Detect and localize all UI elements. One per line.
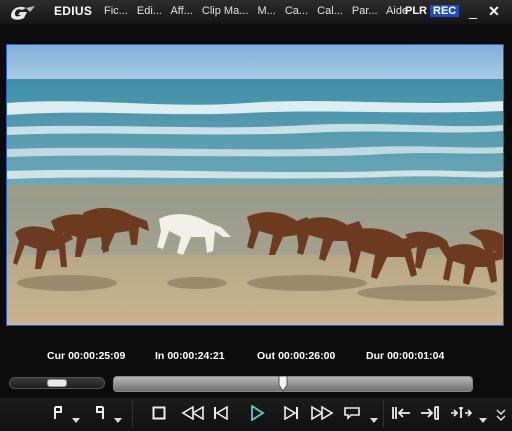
menu-item-file[interactable]: Fic...: [104, 5, 128, 17]
step-forward-button[interactable]: [279, 402, 301, 424]
fast-forward-icon: [311, 406, 334, 420]
set-in-out-dropdown-icon[interactable]: [479, 416, 487, 424]
timecode-in-label: In: [155, 350, 165, 362]
app-name: EDIUS: [54, 4, 93, 18]
preview-frame-image: [7, 45, 503, 325]
transport-toolbar: [0, 398, 512, 431]
timecode-in-value: 00:00:24:21: [167, 350, 225, 362]
player-window: EDIUS Fic... Edi... Aff... Clip Ma... M.…: [0, 0, 512, 431]
menu-item-clip-marker[interactable]: Clip Ma...: [202, 5, 248, 17]
timecode-duration-label: Dur: [366, 350, 385, 362]
menu-item-mode[interactable]: M...: [257, 5, 275, 17]
loop-button[interactable]: [341, 402, 363, 424]
mark-out-icon: [96, 406, 104, 419]
mark-out-dropdown-icon[interactable]: [114, 416, 122, 424]
scrubber-handle[interactable]: [278, 376, 288, 392]
video-preview: [6, 44, 504, 326]
mark-out-button[interactable]: [89, 402, 111, 424]
timecode-current-value: 00:00:25:09: [68, 350, 126, 362]
step-forward-icon: [284, 406, 298, 420]
overwrite-to-timeline-icon: [421, 406, 439, 420]
timecode-duration-value: 00:00:01:04: [387, 350, 445, 362]
title-bar[interactable]: EDIUS Fic... Edi... Aff... Clip Ma... M.…: [0, 0, 512, 24]
stop-icon: [152, 406, 166, 420]
rewind-button[interactable]: [179, 402, 207, 424]
timecode-duration: Dur 00:00:01:04: [366, 350, 444, 362]
toolbar-divider: [383, 400, 384, 428]
close-button[interactable]: ✕: [486, 3, 502, 19]
timecode-in: In 00:00:24:21: [155, 350, 225, 362]
stop-button[interactable]: [148, 402, 170, 424]
play-button[interactable]: [246, 402, 268, 424]
shuttle-knob[interactable]: [47, 379, 67, 387]
play-icon: [251, 405, 265, 421]
insert-to-timeline-button[interactable]: [389, 402, 413, 424]
timecode-out: Out 00:00:26:00: [257, 350, 335, 362]
timecode-bar: Cur 00:00:25:09 In 00:00:24:21 Out 00:00:26…: [0, 350, 512, 364]
fast-forward-button[interactable]: [308, 402, 336, 424]
overwrite-to-timeline-button[interactable]: [418, 402, 442, 424]
menu-item-settings[interactable]: Par...: [352, 5, 378, 17]
mark-in-button[interactable]: [47, 402, 69, 424]
menu-item-view[interactable]: Aff...: [170, 5, 192, 17]
menu-item-render[interactable]: Cal...: [317, 5, 343, 17]
step-back-icon: [214, 406, 228, 420]
shuttle-slider[interactable]: [9, 377, 105, 389]
menu-item-capture[interactable]: Ca...: [285, 5, 308, 17]
timecode-current-label: Cur: [47, 350, 66, 362]
menu-item-edit[interactable]: Edi...: [137, 5, 162, 17]
edius-logo-icon: [11, 6, 35, 20]
menu-bar: Fic... Edi... Aff... Clip Ma... M... Ca.…: [104, 5, 414, 17]
set-in-out-button[interactable]: [448, 402, 474, 424]
step-back-button[interactable]: [211, 402, 233, 424]
more-options-icon[interactable]: [496, 408, 506, 422]
position-scrubber[interactable]: [113, 376, 473, 392]
loop-dropdown-icon[interactable]: [370, 416, 378, 424]
set-in-out-icon: [451, 407, 473, 418]
timecode-out-value: 00:00:26:00: [278, 350, 336, 362]
mark-in-icon: [54, 406, 62, 419]
rewind-icon: [181, 406, 204, 420]
minimize-button[interactable]: _: [465, 3, 481, 19]
player-mode-button[interactable]: PLR: [405, 5, 427, 17]
loop-icon: [344, 407, 360, 420]
timecode-current: Cur 00:00:25:09: [47, 350, 125, 362]
mark-in-dropdown-icon[interactable]: [72, 416, 80, 424]
insert-to-timeline-icon: [392, 407, 410, 419]
mode-switch: PLR REC: [405, 5, 460, 17]
recorder-mode-button[interactable]: REC: [430, 5, 460, 17]
timecode-out-label: Out: [257, 350, 276, 362]
toolbar-divider: [132, 400, 133, 428]
